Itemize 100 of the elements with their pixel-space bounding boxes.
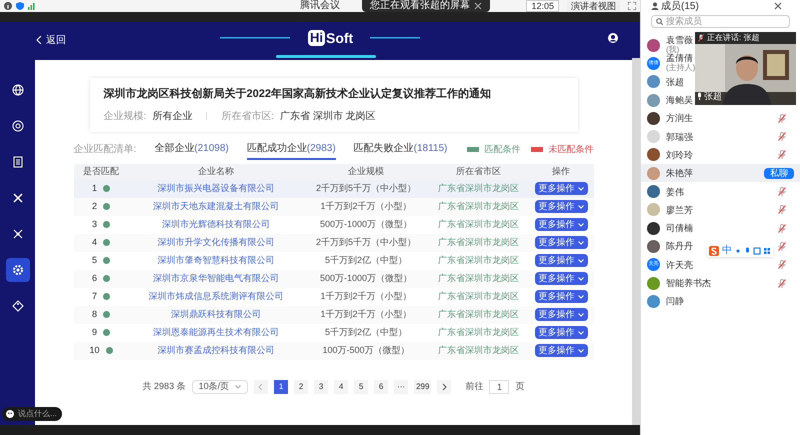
ime-logo-icon[interactable] [709,246,719,256]
table-row[interactable]: 10 深圳市赛孟成控科技有限公司 100万-500万（微型） 广东省深圳市龙岗区 更多操作 [74,342,594,360]
clock: 12:05 [526,0,559,12]
tab[interactable]: 匹配成功企业(2983) [246,140,336,160]
more-actions-button[interactable]: 更多操作 [534,200,588,213]
company-link[interactable]: 深圳恩泰能源再生技术有限公司 [153,326,279,340]
next-page-icon[interactable] [437,380,452,394]
caret-icon [578,204,584,208]
caret-icon [578,240,584,244]
row-number: 5 [92,254,97,267]
more-actions-button[interactable]: 更多操作 [534,254,588,267]
more-actions-button[interactable]: 更多操作 [534,218,588,231]
row-number: 2 [92,200,97,213]
caret-icon [578,276,584,280]
member-role: (主持人) [666,63,696,74]
company-link[interactable]: 深圳市升学文化传播有限公司 [158,236,274,250]
company-link[interactable]: 深圳市京泉华智能电气有限公司 [153,272,279,286]
table-row[interactable]: 1 深圳市振兴电器设备有限公司 2千万到5千万（中小型） 广东省深圳市龙岗区 更多操作 [74,180,594,198]
muted-mic-icon[interactable] [778,224,786,233]
page-button[interactable]: 2 [294,380,308,394]
table-row[interactable]: 4 深圳市升学文化传播有限公司 2千万到5千万（中小型） 广东省深圳市龙岗区 更多操作 [74,234,594,252]
page-button[interactable]: 1 [274,380,288,394]
muted-mic-icon[interactable] [778,187,786,196]
table-row[interactable]: 3 深圳市光辉德科技有限公司 500万-1000万（微型） 广东省深圳市龙岗区 更多操作 [74,216,594,234]
page-button[interactable]: ··· [394,380,408,394]
row-number: 3 [92,218,97,231]
table-cell-text: 2千万到5千万（中小型） [316,182,416,195]
muted-mic-icon[interactable] [778,278,786,288]
tab[interactable]: 全部企业(21098) [154,140,229,160]
page-button[interactable]: 6 [374,380,388,394]
member-name: 智能养书杰 [666,278,711,288]
table-row[interactable]: 9 深圳恩泰能源再生技术有限公司 5千万到2亿（中型） 广东省深圳市龙岗区 更多操作 [74,324,594,342]
page-button[interactable]: 5 [354,380,368,394]
tabs-label: 企业匹配清单: [74,142,136,156]
more-actions-button[interactable]: 更多操作 [534,182,588,195]
company-link[interactable]: 深圳市天地东建混凝土有限公司 [153,200,279,214]
row-number: 8 [92,308,97,321]
info-icon[interactable] [4,2,12,10]
page-button[interactable]: 299 [414,380,432,394]
emoji-icon[interactable] [6,410,14,418]
collapse-icon[interactable] [474,2,482,10]
scrollbar[interactable] [632,58,640,425]
page-button[interactable]: 3 [314,380,328,394]
fullscreen-icon[interactable] [628,2,636,10]
table-row[interactable]: 5 深圳市肇奇智慧科技有限公司 5千万到2亿（中型） 广东省深圳市龙岗区 更多操作 [74,252,594,270]
caret-icon [578,294,584,298]
muted-mic-icon [698,34,704,42]
company-link[interactable]: 深圳鼎跃科技有限公司 [171,308,261,322]
view-button[interactable]: 演讲者视图 [567,1,620,11]
member-name: 方润生 [666,113,693,124]
company-link[interactable]: 深圳市振兴电器设备有限公司 [158,182,274,196]
muted-mic-icon[interactable] [778,260,786,270]
muted-mic-icon[interactable] [778,242,786,251]
highlighted-member-row[interactable]: 朱艳萍 私聊 [641,164,800,182]
signal-icon[interactable] [28,2,36,10]
page-button[interactable]: 4 [334,380,348,394]
goto-suffix: 页 [515,380,524,393]
table-cell-text: 2千万到5千万（中小型） [316,236,416,249]
muted-mic-icon[interactable] [778,150,786,160]
sidebar-item[interactable] [6,258,30,282]
row-number: 6 [92,272,97,285]
close-icon[interactable] [774,2,782,10]
tab[interactable]: 匹配失败企业(18115) [354,140,448,160]
building-icon [12,156,24,168]
more-actions-button[interactable]: 更多操作 [534,326,588,339]
table-cell-text: 广东省深圳市龙岗区 [438,254,519,267]
company-link[interactable]: 深圳市赛孟成控科技有限公司 [158,344,274,358]
muted-mic-icon[interactable] [778,132,786,142]
company-link[interactable]: 深圳市炜成信息系统测评有限公司 [148,290,284,304]
more-actions-button[interactable]: 更多操作 [534,290,588,303]
member-name: 张超 [666,76,684,87]
page-input[interactable]: 1 [489,380,510,394]
chevron-left-icon [36,36,42,44]
table-row[interactable]: 7 深圳市炜成信息系统测评有限公司 1千万到2千万（小型） 广东省深圳市龙岗区 更多操作 [74,288,594,306]
ime-mode[interactable]: 中 [722,246,732,256]
field-label: 企业规模: [104,110,146,124]
company-link[interactable]: 深圳市光辉德科技有限公司 [162,218,270,232]
table-cell-text: 广东省深圳市龙岗区 [438,326,519,339]
chat-input[interactable]: 说点什么... [2,407,62,421]
muted-mic-icon[interactable] [778,205,786,214]
private-chat-button[interactable]: 私聊 [764,168,794,179]
table-cell-text: 广东省深圳市龙岗区 [438,236,519,249]
user-icon[interactable] [608,33,618,43]
back-link[interactable]: 返回 [36,32,66,48]
page-size-select[interactable]: 10条/页 [192,380,248,394]
company-link[interactable]: 深圳市肇奇智慧科技有限公司 [158,254,274,268]
muted-mic-icon[interactable] [778,114,786,123]
more-actions-button[interactable]: 更多操作 [534,236,588,249]
table-row[interactable]: 8 深圳鼎跃科技有限公司 1千万到2千万（小型） 广东省深圳市龙岗区 更多操作 [74,306,594,324]
member-name: 袁雪薇 [666,35,693,46]
mic-icon [697,92,702,100]
more-actions-button[interactable]: 更多操作 [534,344,588,357]
ime-tools-icon[interactable] [735,247,771,255]
shield-icon[interactable] [16,2,24,10]
table-row[interactable]: 6 深圳市京泉华智能电气有限公司 500万-1000万（微型） 广东省深圳市龙岗区 更多操作 [74,270,594,288]
more-actions-button[interactable]: 更多操作 [534,308,588,321]
more-actions-button[interactable]: 更多操作 [534,272,588,285]
table-cell-text: 广东省深圳市龙岗区 [438,182,519,195]
table-cell-text: 5千万到2亿（中型） [324,326,407,339]
table-row[interactable]: 2 深圳市天地东建混凝土有限公司 1千万到2千万（小型） 广东省深圳市龙岗区 更多操作 [74,198,594,216]
